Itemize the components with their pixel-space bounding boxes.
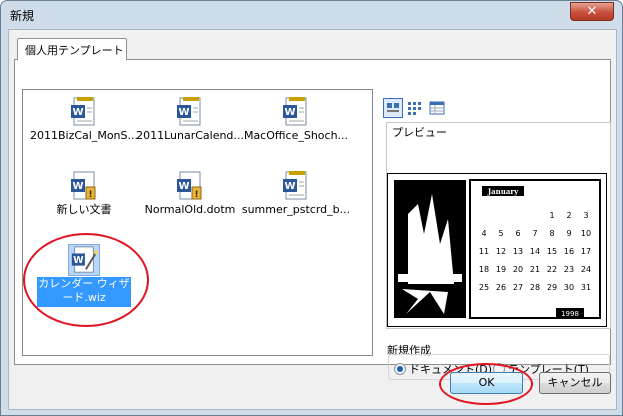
calendar-day: 31 [581,283,591,292]
large-icons-view-button[interactable] [383,98,403,118]
new-document-dialog: 新規 ✕ 個人用テンプレート W 2011BizCal_MonS... W 20… [0,0,623,416]
calendar-day: 21 [530,265,540,274]
svg-text:W: W [73,255,84,266]
large-icons-icon [387,103,399,112]
word-template-icon: W [280,170,312,202]
calendar-day: 19 [496,265,506,274]
svg-text:W: W [178,181,189,192]
word-template-icon: W [280,96,312,128]
tab-personal-templates[interactable]: 個人用テンプレート [17,38,127,60]
template-label: 新しい文書 [56,203,112,216]
dialog-body: 個人用テンプレート W 2011BizCal_MonS... W 2011Lun… [8,29,617,410]
calendar-day: 13 [513,247,523,256]
calendar-year: 1998 [561,310,579,318]
calendar-day: 2 [566,211,571,220]
svg-text:W: W [284,107,295,118]
word-macro-template-icon: W! [174,170,206,202]
template-item[interactable]: W summer_pstcrd_b... [241,166,351,236]
close-icon: ✕ [586,4,598,19]
svg-text:!: ! [88,190,92,200]
template-label: 2011LunarCalend... [136,129,244,142]
preview-label: プレビュー [392,126,447,139]
calendar-day: 11 [479,247,489,256]
close-button[interactable]: ✕ [570,2,614,21]
details-icon [429,101,445,115]
calendar-day: 24 [581,265,591,274]
word-macro-template-icon: W! [68,170,100,202]
template-label: カレンダー ウィザード.wiz [37,277,131,307]
template-item[interactable]: W! 新しい文書 [29,166,139,236]
calendar-day: 27 [513,283,523,292]
calendar-day: 18 [479,265,489,274]
ok-button[interactable]: OK [450,372,523,394]
svg-text:W: W [72,181,83,192]
template-item-selected[interactable]: W カレンダー ウィザード.wiz [29,240,139,310]
calendar-day: 14 [530,247,540,256]
svg-text:W: W [72,107,83,118]
calendar-day: 26 [496,283,506,292]
svg-text:W: W [178,107,189,118]
calendar-days: 1 2 34 5 6 7 8 9 1011 12 13 14 15 16 1718 19 20 21 22 23 242… [479,211,591,292]
calendar-day: 23 [564,265,574,274]
calendar-day: 17 [581,247,591,256]
calendar-day: 29 [547,283,557,292]
calendar-day: 7 [532,229,537,238]
template-label: MacOffice_Shoch... [243,129,349,142]
list-view-button[interactable] [405,98,425,118]
template-item[interactable]: W! NormalOld.dotm [135,166,245,236]
svg-text:W: W [284,181,295,192]
svg-text:!: ! [194,190,198,200]
calendar-day: 15 [547,247,557,256]
calendar-day: 12 [496,247,506,256]
calendar-day: 20 [513,265,523,274]
template-item[interactable]: W MacOffice_Shoch... [241,92,351,162]
calendar-day: 16 [564,247,574,256]
template-label: NormalOld.dotm [144,203,236,216]
radio-dot [394,363,406,375]
template-item[interactable]: W 2011LunarCalend... [135,92,245,162]
title-bar[interactable]: 新規 ✕ [1,1,622,29]
details-view-button[interactable] [427,98,447,118]
cancel-button[interactable]: キャンセル [539,372,611,394]
calendar-day: 30 [564,283,574,292]
calendar-day: 1 [549,211,554,220]
calendar-month: January [487,187,519,196]
template-label: summer_pstcrd_b... [241,203,351,216]
word-template-icon: W [68,96,100,128]
calendar-day: 6 [515,229,520,238]
template-list[interactable]: W 2011BizCal_MonS... W 2011LunarCalend..… [22,89,373,356]
calendar-day: 4 [481,229,486,238]
calendar-day: 3 [583,211,588,220]
window-title: 新規 [10,9,35,23]
calendar-day: 8 [549,229,554,238]
preview-image: January 1 2 3 4 5 6 7 8 9 10 11 12 13 14 15 16 17 18 19 20 2… [387,173,607,327]
calendar-day: 22 [547,265,557,274]
tab-panel: W 2011BizCal_MonS... W 2011LunarCalend..… [14,59,611,380]
list-icon [408,102,421,115]
calendar-day: 28 [530,283,540,292]
word-template-icon: W [174,96,206,128]
template-item[interactable]: W 2011BizCal_MonS... [29,92,139,162]
word-wizard-icon: W [68,244,100,276]
calendar-day: 25 [479,283,489,292]
calendar-day: 5 [498,229,503,238]
template-label: 2011BizCal_MonS... [29,129,138,142]
calendar-day: 9 [566,229,571,238]
calendar-day: 10 [581,229,591,238]
